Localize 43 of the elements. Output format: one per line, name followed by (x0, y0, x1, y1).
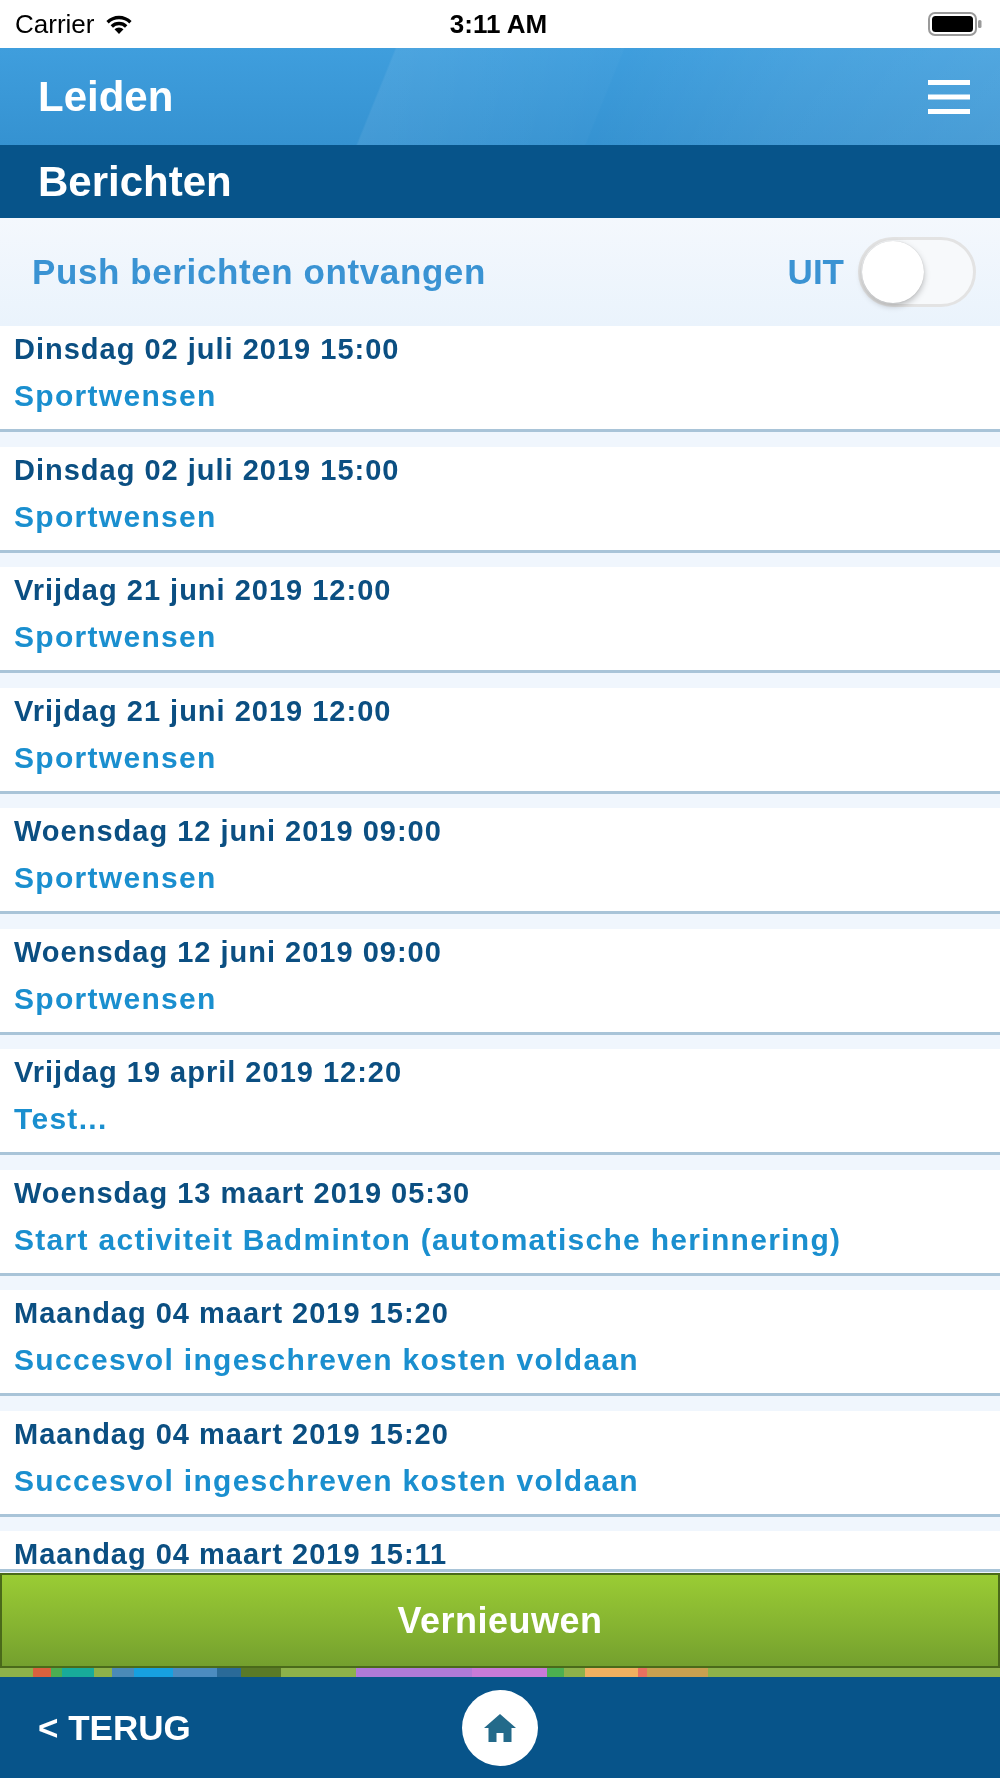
message-title: Succesvol ingeschreven kosten voldaan (14, 1462, 640, 1499)
clock-time: 3:11 AM (449, 8, 548, 40)
message-item[interactable]: Woensdag 12 juni 2019 09:00 Sportwensen (0, 808, 1000, 914)
message-title: Sportwensen (14, 619, 218, 655)
message-item[interactable]: Woensdag 12 juni 2019 09:00 Sportwensen (0, 928, 1000, 1035)
home-icon (483, 1712, 517, 1743)
message-date: Woensdag 12 juni 2019 09:00 (14, 816, 443, 846)
message-date: Woensdag 12 juni 2019 09:00 (14, 936, 443, 967)
message-date: Maandag 04 maart 2019 15:20 (14, 1418, 450, 1449)
message-item[interactable]: Vrijdag 19 april 2019 12:20 Test... (0, 1049, 1000, 1155)
message-title: Sportwensen (14, 860, 218, 896)
message-item[interactable]: Woensdag 13 maart 2019 05:30 Start activiteit Badminton (automatische herinnering) (0, 1169, 1000, 1276)
message-title: Succesvol ingeschreven kosten voldaan (14, 1342, 640, 1378)
message-title: Test... (14, 1101, 109, 1137)
message-date: Woensdag 13 maart 2019 05:30 (14, 1177, 472, 1208)
message-date: Vrijdag 21 juni 2019 12:00 (14, 575, 393, 605)
message-item[interactable]: Vrijdag 21 juni 2019 12:00 Sportwensen (0, 567, 1000, 673)
carrier-name: Carrier (15, 8, 95, 40)
message-item[interactable]: Dinsdag 02 juli 2019 15:00 Sportwensen (0, 446, 1000, 553)
message-title: Sportwensen (14, 498, 218, 535)
message-date: Dinsdag 02 juli 2019 15:00 (14, 334, 401, 364)
message-item[interactable]: Dinsdag 02 juli 2019 15:00 Sportwensen (0, 326, 1000, 432)
section-title: Berichten (38, 157, 232, 206)
message-item[interactable]: Maandag 04 maart 2019 15:11 (0, 1531, 1000, 1572)
message-date: Maandag 04 maart 2019 15:11 (14, 1539, 449, 1569)
message-title: Start activiteit Badminton (automatische herinnering) (14, 1221, 843, 1258)
message-date: Vrijdag 19 april 2019 12:20 (14, 1057, 404, 1087)
message-item[interactable]: Vrijdag 21 juni 2019 12:00 Sportwensen (0, 687, 1000, 794)
message-title: Sportwensen (14, 739, 218, 776)
menu-icon[interactable] (928, 79, 970, 114)
message-item[interactable]: Maandag 04 maart 2019 15:20 Succesvol ingeschreven kosten voldaan (0, 1290, 1000, 1396)
push-label: Push berichten ontvangen (32, 252, 486, 292)
message-item[interactable]: Maandag 04 maart 2019 15:20 Succesvol ingeschreven kosten voldaan (0, 1410, 1000, 1517)
message-date: Maandag 04 maart 2019 15:20 (14, 1298, 450, 1328)
message-title: Sportwensen (14, 378, 218, 414)
message-date: Vrijdag 21 juni 2019 12:00 (14, 695, 393, 726)
message-date: Dinsdag 02 juli 2019 15:00 (14, 454, 401, 485)
toggle-state-label: UIT (787, 252, 844, 292)
message-title: Sportwensen (14, 980, 218, 1017)
back-button[interactable]: < TERUG (38, 1707, 191, 1748)
push-toggle[interactable] (858, 237, 976, 307)
battery-icon (928, 12, 982, 36)
header-title: Leiden (38, 72, 174, 121)
